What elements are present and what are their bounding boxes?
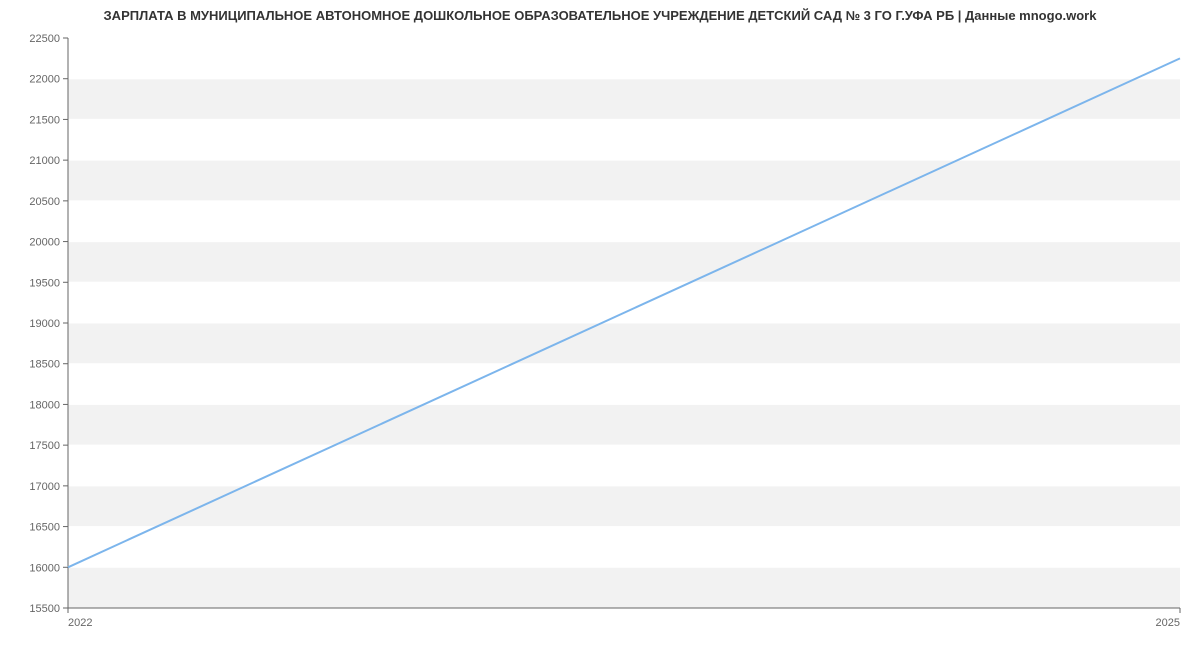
x-tick-label: 2025	[1156, 617, 1180, 629]
y-tick-label: 18000	[29, 399, 60, 411]
y-tick-label: 15500	[29, 603, 60, 615]
y-tick-label: 19500	[29, 277, 60, 289]
y-tick-label: 16500	[29, 522, 60, 534]
y-tick-label: 16000	[29, 562, 60, 574]
y-tick-label: 21000	[29, 155, 60, 167]
y-tick-label: 22000	[29, 74, 60, 86]
chart-container: ЗАРПЛАТА В МУНИЦИПАЛЬНОЕ АВТОНОМНОЕ ДОШК…	[0, 0, 1200, 650]
y-tick-label: 18500	[29, 359, 60, 371]
chart-plot: 15500 16000 16500 17000 17500 18000 18500 19000…	[0, 23, 1200, 643]
y-tick-label: 21500	[29, 114, 60, 126]
y-tick-label: 17000	[29, 481, 60, 493]
y-tick-label: 22500	[29, 33, 60, 45]
y-tick-label: 20000	[29, 237, 60, 249]
y-tick-label: 19000	[29, 318, 60, 330]
x-tick-label: 2022	[68, 617, 92, 629]
chart-title: ЗАРПЛАТА В МУНИЦИПАЛЬНОЕ АВТОНОМНОЕ ДОШК…	[0, 0, 1200, 23]
y-tick-label: 17500	[29, 440, 60, 452]
y-tick-label: 20500	[29, 196, 60, 208]
